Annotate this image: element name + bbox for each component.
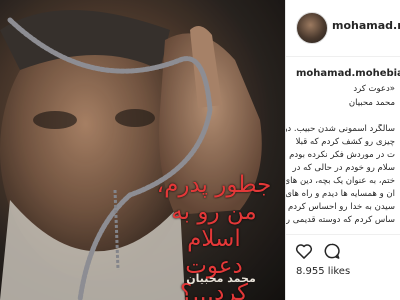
poster-signature: محمد محبیان (186, 272, 256, 285)
caption-line: ان و همسایه ها دیدم و راه های (286, 189, 395, 199)
poster-caption-line-1: جطور پدرم، (156, 172, 272, 198)
caption-body: سالگرد آسمونی شدن حبیب. در چیزی رو کشف ک… (286, 124, 400, 232)
avatar[interactable] (296, 12, 328, 44)
post-image[interactable]: جطور پدرم، من رو به اسلام دعوت کرد...؟ م… (0, 0, 285, 300)
caption-title-line-2: محمد محبیان (348, 98, 395, 108)
heart-outline-icon[interactable] (294, 241, 314, 261)
caption-username[interactable]: mohamad.mohebian (296, 68, 400, 79)
header-username[interactable]: mohamad.mohebian (332, 19, 400, 32)
caption-line: سیدن به خدا رو احساس کردم (287, 202, 395, 212)
caption-title-line-1: «دعوت کرد (353, 84, 395, 94)
likes-count[interactable]: 8.955 likes (296, 266, 350, 277)
caption-line: چیزی رو کشف کردم که قبلا (295, 137, 395, 147)
poster-caption-line-2: من رو به اسلام (171, 199, 257, 252)
caption-line: ختم، به عنوان یک بچه، دین های (286, 176, 395, 186)
caption-line: سلام رو خودم در حالی که در (292, 163, 395, 173)
post-side-panel: mohamad.mohebian mohamad.mohebian «دعوت … (285, 0, 400, 300)
action-bar (286, 234, 400, 265)
caption-line: ساس کردم که دوسته قدیمی رو (286, 215, 395, 225)
post-header: mohamad.mohebian (286, 0, 400, 57)
caption-line: ت در موردش فکر نکرده بودم (289, 150, 395, 160)
speech-bubble-icon[interactable] (322, 241, 342, 261)
caption-line: سالگرد آسمونی شدن حبیب. در (286, 124, 395, 134)
